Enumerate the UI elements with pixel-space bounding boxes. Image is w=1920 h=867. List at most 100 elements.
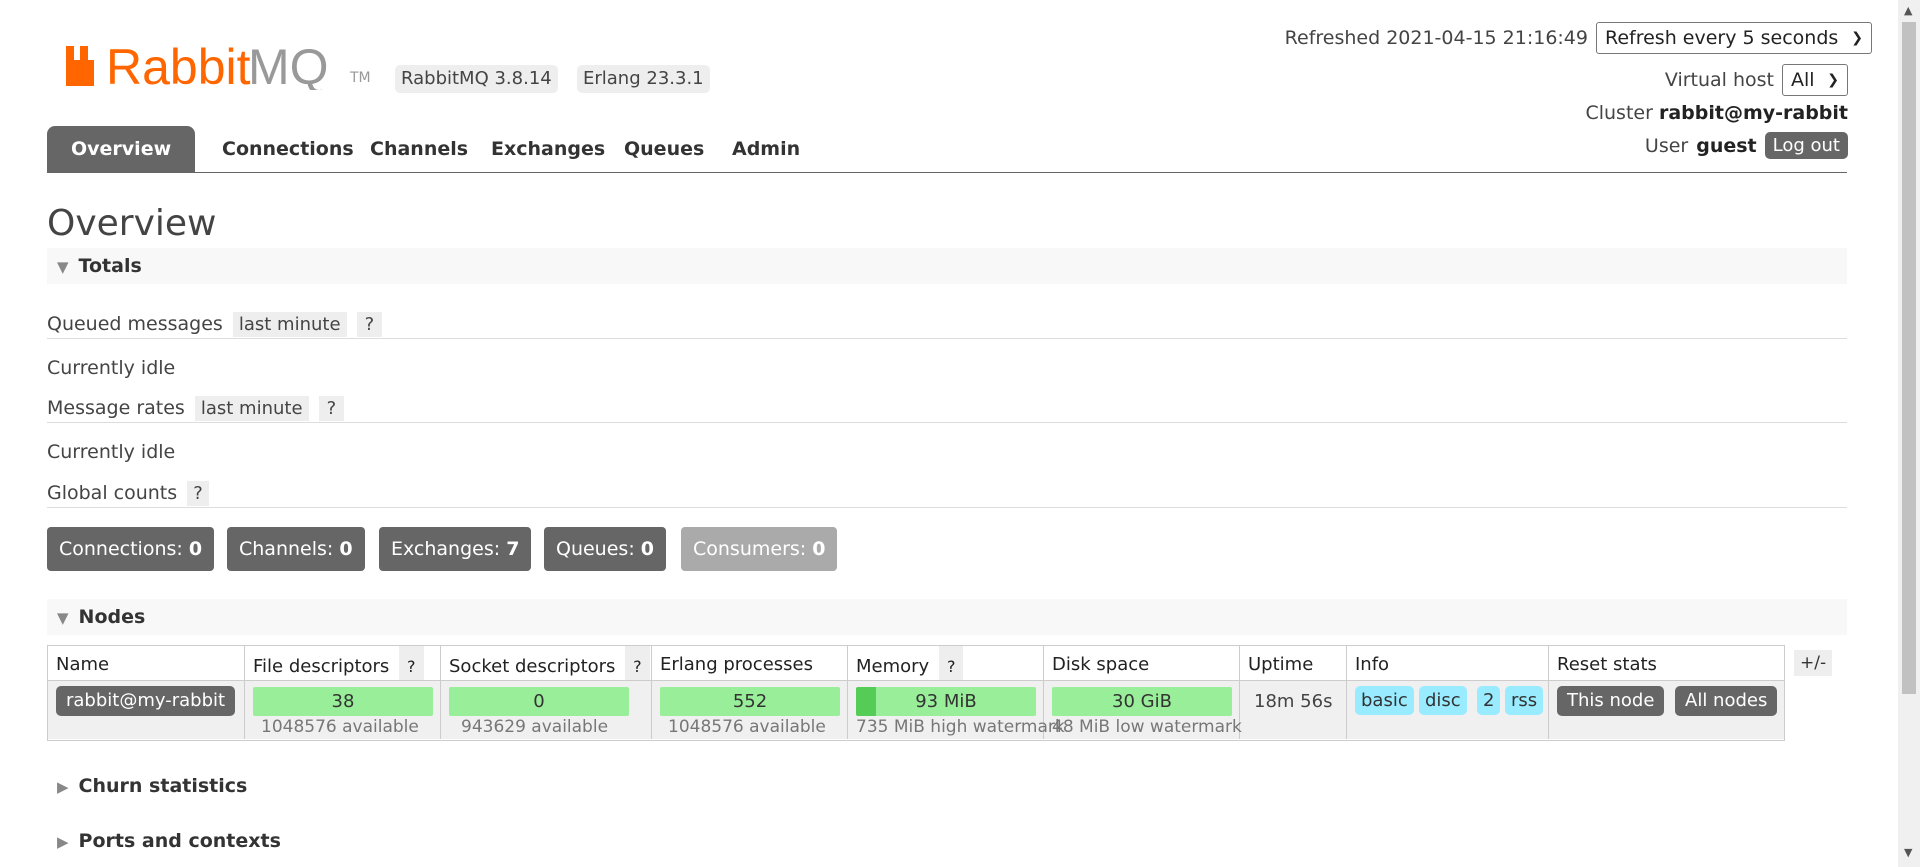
col-header-erlang-processes: Erlang processes — [652, 646, 848, 680]
col-label: Uptime — [1248, 654, 1314, 675]
consumers-counter[interactable]: Consumers: 0 — [681, 527, 838, 571]
tab-admin[interactable]: Admin — [708, 126, 824, 172]
fd-bar: 38 — [253, 687, 433, 716]
info-badge-count[interactable]: 2 — [1477, 686, 1501, 715]
cell-socket-descriptors: 0 943629 available — [441, 681, 652, 739]
churn-statistics-heading: Churn statistics — [78, 775, 248, 797]
nodes-heading: Nodes — [78, 606, 146, 628]
rates-help-button[interactable]: ? — [318, 396, 345, 421]
sd-bar: 0 — [449, 687, 629, 716]
col-header-info: Info — [1347, 646, 1549, 680]
counter-label: Exchanges: — [391, 538, 501, 560]
triangle-down-icon: ▼ — [57, 258, 69, 276]
cluster-label: Cluster — [1585, 102, 1653, 124]
col-label: Disk space — [1052, 654, 1150, 675]
col-header-name: Name — [48, 646, 245, 680]
refreshed-timestamp: Refreshed 2021-04-15 21:16:49 — [1284, 27, 1588, 49]
triangle-right-icon: ▶ — [57, 778, 69, 796]
virtual-host-select[interactable]: All ❯ — [1782, 64, 1848, 96]
queued-range-toggle[interactable]: last minute — [232, 312, 347, 337]
main-nav-tabs: Overview Connections Channels Exchanges … — [47, 126, 1847, 173]
disk-bar: 30 GiB — [1052, 687, 1232, 716]
tab-overview[interactable]: Overview — [47, 126, 196, 172]
cell-info: basic disc 2 rss — [1347, 681, 1549, 739]
ep-available: 1048576 available — [668, 717, 826, 737]
counter-value: 0 — [640, 538, 654, 560]
queued-messages-row: Queued messages last minute ? — [47, 312, 383, 337]
toggle-columns-button[interactable]: +/- — [1794, 650, 1833, 676]
svg-text:MQ: MQ — [248, 42, 329, 90]
message-rates-label: Message rates — [47, 397, 185, 419]
ep-bar: 552 — [660, 687, 840, 716]
col-label: Erlang processes — [660, 654, 813, 675]
col-label: Reset stats — [1557, 654, 1657, 675]
node-name-link[interactable]: rabbit@my-rabbit — [56, 686, 236, 716]
table-row: rabbit@my-rabbit 38 1048576 available 0 … — [48, 680, 1784, 739]
info-badge-disc[interactable]: disc — [1419, 686, 1467, 715]
reset-all-nodes-button[interactable]: All nodes — [1675, 686, 1778, 716]
counter-value: 0 — [188, 538, 203, 560]
triangle-right-icon: ▶ — [57, 833, 69, 851]
queued-idle-text: Currently idle — [47, 357, 176, 379]
exchanges-counter[interactable]: Exchanges: 7 — [379, 527, 532, 571]
global-help-button[interactable]: ? — [187, 481, 209, 506]
counter-value: 7 — [506, 538, 520, 560]
sd-available: 943629 available — [461, 717, 609, 737]
col-header-memory: Memory ? — [848, 646, 1044, 688]
counter-label: Connections: — [59, 538, 183, 560]
col-header-socket-descriptors: Socket descriptors ? — [441, 646, 652, 688]
scroll-thumb[interactable] — [1902, 22, 1916, 694]
cell-reset-stats: This node All nodes — [1549, 681, 1784, 739]
cell-disk-space: 30 GiB 48 MiB low watermark — [1044, 681, 1242, 739]
scroll-up-arrow-icon[interactable]: ▲ — [1904, 4, 1912, 17]
col-header-file-descriptors: File descriptors ? — [245, 646, 441, 688]
cell-name: rabbit@my-rabbit — [48, 681, 245, 739]
divider — [47, 422, 1847, 423]
reset-this-node-button[interactable]: This node — [1557, 686, 1665, 716]
cell-uptime: 18m 56s — [1240, 681, 1347, 739]
virtual-host-label: Virtual host — [1664, 69, 1774, 91]
channels-counter[interactable]: Channels: 0 — [227, 527, 365, 571]
counter-value: 0 — [339, 538, 353, 560]
scroll-down-arrow-icon[interactable]: ▼ — [1904, 846, 1912, 859]
totals-heading: Totals — [78, 255, 142, 277]
nodes-section-toggle[interactable]: ▼ Nodes — [47, 599, 1847, 635]
fd-available: 1048576 available — [261, 717, 419, 737]
col-label: Name — [56, 654, 110, 675]
info-badge-basic[interactable]: basic — [1355, 686, 1414, 715]
counter-value: 0 — [812, 538, 826, 560]
info-badge-rss[interactable]: rss — [1505, 686, 1544, 715]
queues-counter[interactable]: Queues: 0 — [544, 527, 666, 571]
erlang-version-badge: Erlang 23.3.1 — [577, 65, 710, 93]
col-label: Info — [1355, 654, 1390, 675]
trademark: TM — [350, 70, 371, 86]
memory-bar: 93 MiB — [856, 687, 1036, 716]
totals-section-toggle[interactable]: ▼ Totals — [47, 248, 1847, 284]
connections-counter[interactable]: Connections: 0 — [47, 527, 215, 571]
global-counts-row: Global counts ? — [47, 481, 209, 506]
rates-range-toggle[interactable]: last minute — [194, 396, 309, 421]
vhost-select-value: All — [1791, 69, 1815, 91]
rabbitmq-version-badge: RabbitMQ 3.8.14 — [395, 65, 558, 93]
ports-contexts-heading: Ports and contexts — [78, 830, 281, 852]
refresh-interval-select[interactable]: Refresh every 5 seconds ❯ — [1596, 22, 1872, 54]
chevron-down-icon: ❯ — [1851, 30, 1863, 46]
rates-idle-text: Currently idle — [47, 441, 176, 463]
cluster-info: Cluster rabbit@my-rabbit — [1585, 102, 1848, 124]
nodes-table: Name File descriptors ? Socket descripto… — [47, 645, 1785, 741]
memory-watermark: 735 MiB high watermark — [856, 717, 1065, 737]
churn-statistics-toggle[interactable]: ▶ Churn statistics — [47, 768, 1847, 804]
global-counts-label: Global counts — [47, 482, 178, 504]
message-rates-row: Message rates last minute ? — [47, 396, 345, 421]
triangle-down-icon: ▼ — [57, 609, 69, 627]
vertical-scrollbar[interactable]: ▲ ▼ — [1898, 0, 1920, 867]
col-label: Socket descriptors — [449, 656, 616, 677]
counter-label: Queues: — [556, 538, 635, 560]
rabbit-logo-icon: Rabbit MQ — [66, 39, 329, 95]
col-header-uptime: Uptime — [1240, 646, 1347, 680]
page-title: Overview — [47, 203, 217, 244]
queued-help-button[interactable]: ? — [356, 312, 383, 337]
ports-contexts-toggle[interactable]: ▶ Ports and contexts — [47, 823, 1847, 859]
disk-watermark: 48 MiB low watermark — [1052, 717, 1242, 737]
cell-erlang-processes: 552 1048576 available — [652, 681, 848, 739]
